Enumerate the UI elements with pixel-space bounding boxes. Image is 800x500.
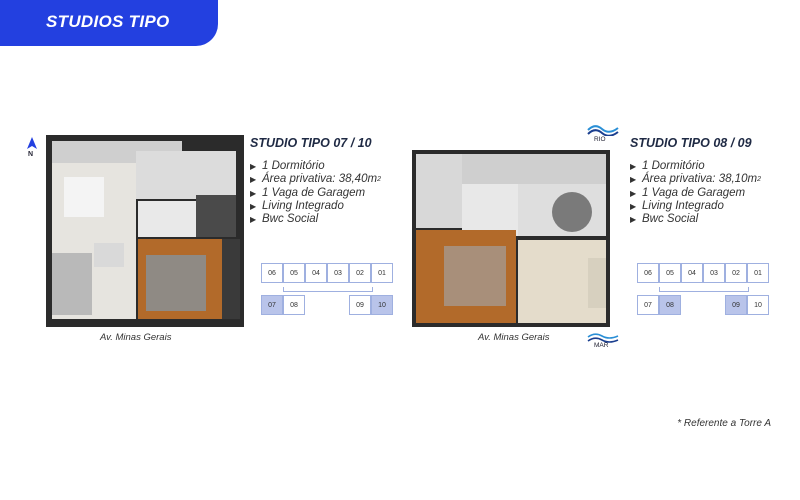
studio-a-info: STUDIO TIPO 07 / 10 ▶ 1 Dormitório ▶ Área … <box>250 136 381 226</box>
feature-item: ▶ 1 Dormitório <box>630 160 705 172</box>
feature-item: ▶ 1 Vaga de Garagem <box>250 186 366 199</box>
unit-grid-b: 06 05 04 03 02 01 07 08 09 10 <box>637 263 773 317</box>
feature-item: ▶ Bwc Social <box>250 213 319 226</box>
unit-cell-10: 10 <box>747 295 769 315</box>
triangle-bullet-icon: ▶ <box>250 201 257 211</box>
triangle-bullet-icon: ▶ <box>250 175 257 185</box>
triangle-bullet-icon: ▶ <box>250 188 257 198</box>
page-title: STUDIOS TIPO <box>46 12 170 31</box>
feature-item: ▶ 1 Dormitório <box>250 160 325 172</box>
unit-cell-05: 05 <box>659 263 681 283</box>
rio-label: RIO <box>594 136 606 143</box>
studio-a-title: STUDIO TIPO 07 / 10 <box>250 136 372 150</box>
unit-cell-01: 01 <box>747 263 769 283</box>
feature-item: ▶ Bwc Social <box>630 213 699 226</box>
triangle-bullet-icon: ▶ <box>630 188 637 198</box>
rio-logo: RIO <box>586 122 620 146</box>
mar-label: MAR <box>594 342 609 349</box>
street-label-a: Av. Minas Gerais <box>100 332 172 343</box>
studio-b-title: STUDIO TIPO 08 / 09 <box>630 136 752 150</box>
header-banner: STUDIOS TIPO <box>0 0 218 46</box>
triangle-bullet-icon: ▶ <box>630 201 637 211</box>
street-label-b: Av. Minas Gerais <box>478 332 550 343</box>
grid-connector <box>659 287 749 292</box>
compass-letter: N <box>28 151 34 158</box>
unit-cell-03: 03 <box>327 263 349 283</box>
wave-icon <box>587 125 619 137</box>
mar-logo: MAR <box>586 330 620 352</box>
grid-connector <box>283 287 373 292</box>
unit-cell-02: 02 <box>349 263 371 283</box>
triangle-bullet-icon: ▶ <box>250 162 257 171</box>
triangle-bullet-icon: ▶ <box>630 215 637 225</box>
feature-item: ▶ Living Integrado <box>630 199 724 212</box>
unit-cell-06: 06 <box>261 263 283 283</box>
footnote: * Referente a Torre A <box>677 418 771 429</box>
unit-cell-06: 06 <box>637 263 659 283</box>
unit-cell-07: 07 <box>637 295 659 315</box>
triangle-bullet-icon: ▶ <box>630 162 637 171</box>
unit-cell-02: 02 <box>725 263 747 283</box>
studio-b-info: STUDIO TIPO 08 / 09 ▶ 1 Dormitório ▶ Área … <box>630 136 761 226</box>
feature-item: ▶ Área privativa: 38,40m 2 <box>250 173 381 186</box>
feature-item: ▶ 1 Vaga de Garagem <box>630 186 746 199</box>
unit-cell-05: 05 <box>283 263 305 283</box>
unit-cell-10: 10 <box>371 295 393 315</box>
unit-cell-09: 09 <box>725 295 747 315</box>
triangle-bullet-icon: ▶ <box>630 175 637 185</box>
unit-cell-04: 04 <box>681 263 703 283</box>
unit-cell-03: 03 <box>703 263 725 283</box>
unit-cell-08: 08 <box>283 295 305 315</box>
north-arrow-icon: N <box>24 136 40 162</box>
floor-plan-07-10 <box>46 135 244 327</box>
unit-cell-09: 09 <box>349 295 371 315</box>
unit-cell-08: 08 <box>659 295 681 315</box>
feature-item: ▶ Living Integrado <box>250 199 344 212</box>
feature-item: ▶ Área privativa: 38,10m 2 <box>630 173 761 186</box>
unit-grid-a: 06 05 04 03 02 01 07 08 09 10 <box>261 263 397 317</box>
unit-cell-04: 04 <box>305 263 327 283</box>
unit-cell-01: 01 <box>371 263 393 283</box>
triangle-bullet-icon: ▶ <box>250 215 257 225</box>
unit-cell-07: 07 <box>261 295 283 315</box>
floor-plan-08-09 <box>412 150 610 327</box>
